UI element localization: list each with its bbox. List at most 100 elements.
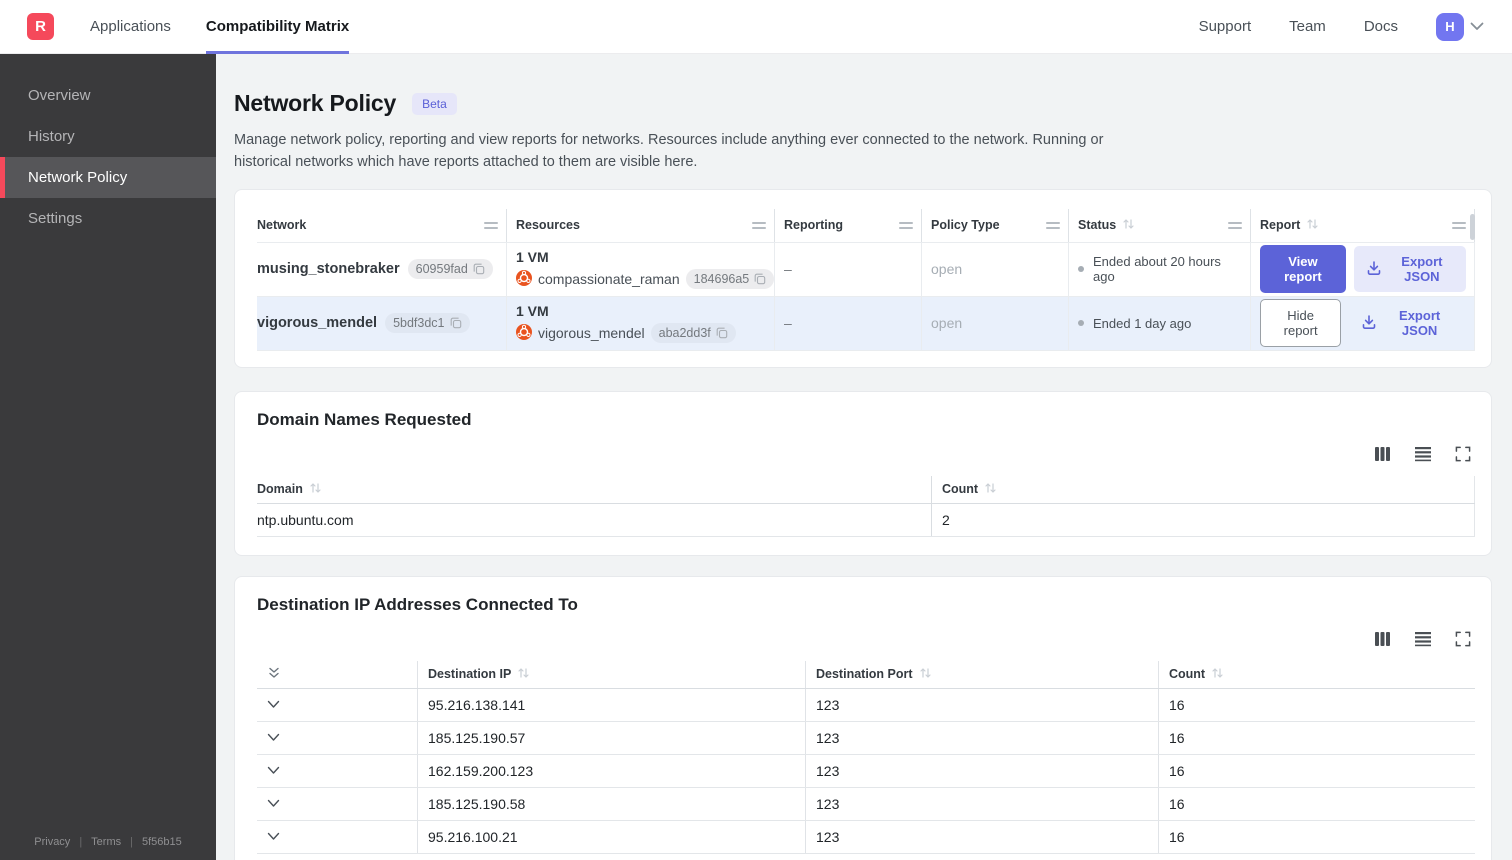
network-table-row[interactable]: musing_stonebraker 60959fad 1 VM compass… — [257, 241, 1475, 296]
expand-row-chevron-icon[interactable] — [267, 799, 280, 808]
avatar[interactable]: H — [1436, 12, 1464, 41]
main-content: Network Policy Beta Manage network polic… — [216, 0, 1512, 860]
link-team[interactable]: Team — [1289, 18, 1326, 35]
column-header-resources: Resources — [507, 208, 775, 242]
column-resize-handle-icon[interactable] — [1452, 220, 1466, 232]
sort-arrows-icon[interactable] — [919, 667, 932, 682]
network-name: musing_stonebraker — [257, 261, 400, 278]
expand-all-header-cell[interactable] — [257, 660, 418, 688]
resources-cell: 1 VM vigorous_mendel aba2dd3f — [507, 296, 775, 350]
expand-row-chevron-icon[interactable] — [267, 766, 280, 775]
sidebar-item-settings[interactable]: Settings — [0, 198, 216, 239]
destinations-table-header: Destination IP Destination Port Count — [257, 660, 1475, 689]
network-id-badge: 60959fad — [407, 259, 493, 280]
sort-arrows-icon[interactable] — [1211, 667, 1224, 682]
report-cell: Hide report Export JSON — [1251, 296, 1475, 350]
export-json-button[interactable]: Export JSON — [1349, 300, 1466, 346]
column-resize-handle-icon[interactable] — [1228, 220, 1242, 232]
destination-port-cell: 123 — [806, 721, 1159, 754]
networks-table-body: musing_stonebraker 60959fad 1 VM compass… — [257, 241, 1475, 351]
column-resize-handle-icon[interactable] — [899, 220, 913, 232]
download-icon — [1366, 260, 1382, 279]
fullscreen-icon[interactable] — [1455, 631, 1471, 647]
destination-ip-cell: 95.216.138.141 — [418, 688, 806, 721]
table-scrollbar[interactable] — [1470, 213, 1475, 240]
fullscreen-icon[interactable] — [1455, 446, 1471, 462]
expand-row-chevron-icon[interactable] — [267, 700, 280, 709]
page-header: Network Policy Beta — [234, 90, 1492, 117]
columns-view-icon[interactable] — [1374, 631, 1391, 647]
tab-applications[interactable]: Applications — [90, 0, 171, 53]
network-id-badge: 5bdf3dc1 — [385, 313, 470, 334]
expand-row-chevron-icon[interactable] — [267, 832, 280, 841]
sort-arrows-icon[interactable] — [309, 482, 322, 497]
network-cell: vigorous_mendel 5bdf3dc1 — [257, 296, 507, 350]
build-version: 5f56b15 — [141, 836, 182, 848]
table-row: 185.125.190.58 123 16 — [257, 787, 1475, 821]
column-header-count[interactable]: Count — [1159, 661, 1475, 688]
domain-names-card: Domain Names Requested Domain Count ntp.… — [234, 390, 1492, 556]
policy-type-cell: open — [922, 296, 1069, 350]
view-report-button[interactable]: View report — [1260, 245, 1346, 294]
link-docs[interactable]: Docs — [1364, 18, 1398, 35]
column-resize-handle-icon[interactable] — [1046, 220, 1060, 232]
sidebar-items: Overview History Network Policy Settings — [0, 75, 216, 239]
column-header-status[interactable]: Status — [1069, 208, 1251, 242]
sidebar: Overview History Network Policy Settings… — [0, 54, 216, 860]
privacy-link[interactable]: Privacy — [34, 836, 70, 848]
destination-ip-cell: 185.125.190.58 — [418, 787, 806, 820]
footer-divider: | — [130, 836, 133, 848]
column-header-domain[interactable]: Domain — [257, 475, 932, 503]
destination-port-cell: 123 — [806, 787, 1159, 820]
reporting-cell: – — [775, 296, 922, 350]
networks-table-header: Network Resources Reporting Policy Type … — [257, 208, 1475, 242]
table-row: 185.125.190.57 123 16 — [257, 721, 1475, 755]
link-support[interactable]: Support — [1199, 18, 1252, 35]
columns-view-icon[interactable] — [1374, 446, 1391, 462]
count-cell: 2 — [932, 503, 1475, 536]
hide-report-button[interactable]: Hide report — [1260, 299, 1342, 348]
sort-arrows-icon[interactable] — [517, 667, 530, 682]
app-logo[interactable]: R — [27, 13, 54, 40]
count-cell: 16 — [1169, 795, 1185, 812]
sort-arrows-icon[interactable] — [984, 482, 997, 497]
table-toolbar — [257, 446, 1471, 462]
destination-ips-card: Destination IP Addresses Connected To De… — [234, 575, 1492, 860]
double-chevron-down-icon[interactable] — [267, 666, 281, 683]
tab-compatibility-matrix[interactable]: Compatibility Matrix — [205, 0, 350, 54]
column-resize-handle-icon[interactable] — [752, 220, 766, 232]
table-row: 162.159.200.123 123 16 — [257, 754, 1475, 788]
terms-link[interactable]: Terms — [91, 836, 121, 848]
network-table-row[interactable]: vigorous_mendel 5bdf3dc1 1 VM vigorous_m… — [257, 295, 1475, 350]
destination-port-cell: 123 — [806, 754, 1159, 787]
status-cell: Ended 1 day ago — [1069, 296, 1251, 350]
networks-table-card: Network Resources Reporting Policy Type … — [234, 188, 1492, 368]
sort-arrows-icon[interactable] — [1122, 218, 1135, 233]
page-description: Manage network policy, reporting and vie… — [234, 132, 1104, 171]
column-resize-handle-icon[interactable] — [484, 220, 498, 232]
sidebar-item-history[interactable]: History — [0, 116, 216, 157]
column-header-policy-type: Policy Type — [922, 208, 1069, 242]
report-cell: View report Export JSON — [1251, 242, 1475, 296]
sidebar-item-network-policy[interactable]: Network Policy — [0, 157, 216, 198]
sidebar-item-overview[interactable]: Overview — [0, 75, 216, 116]
export-json-button[interactable]: Export JSON — [1353, 246, 1466, 293]
destination-port-cell: 123 — [806, 688, 1159, 721]
rows-view-icon[interactable] — [1414, 446, 1432, 462]
column-header-count[interactable]: Count — [932, 475, 1475, 503]
copy-icon[interactable] — [473, 263, 485, 275]
copy-icon[interactable] — [754, 273, 766, 285]
column-header-destination-port[interactable]: Destination Port — [806, 660, 1159, 688]
vm-count: 1 VM — [516, 249, 549, 266]
sort-arrows-icon[interactable] — [1306, 218, 1319, 233]
column-header-report[interactable]: Report — [1251, 208, 1475, 242]
expand-row-chevron-icon[interactable] — [267, 733, 280, 742]
copy-icon[interactable] — [450, 317, 462, 329]
column-header-destination-ip[interactable]: Destination IP — [418, 660, 806, 688]
rows-view-icon[interactable] — [1414, 631, 1432, 647]
user-menu[interactable]: H — [1436, 12, 1484, 41]
vm-icon — [516, 323, 532, 343]
resources-cell: 1 VM compassionate_raman 184696a5 — [507, 242, 775, 296]
download-icon — [1361, 314, 1377, 333]
copy-icon[interactable] — [716, 327, 728, 339]
